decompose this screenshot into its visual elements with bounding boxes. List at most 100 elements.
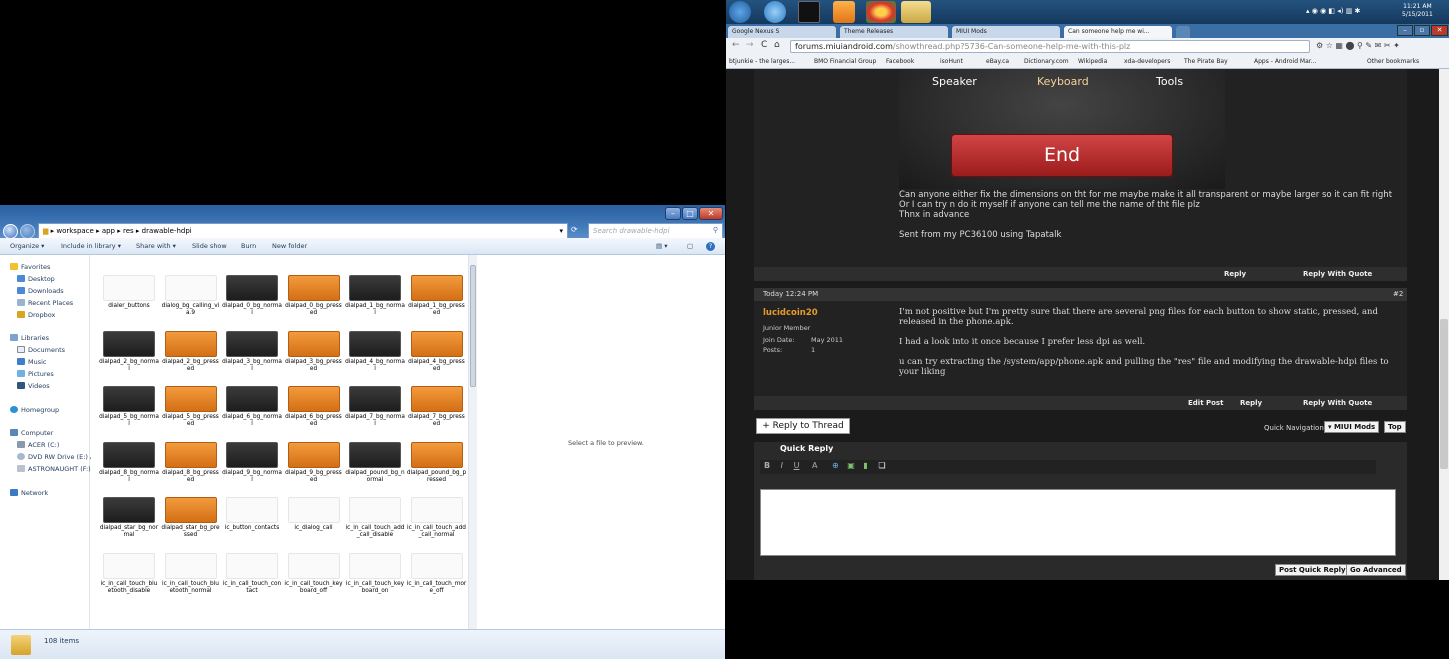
slide-show-button[interactable]: Slide show [192, 242, 227, 250]
include-library-menu[interactable]: Include in library ▾ [61, 242, 121, 250]
tray-icons[interactable]: ▴ ◉ ◉ ◧ ◂) ▥ ✱ [1306, 7, 1360, 15]
itunes-icon[interactable] [764, 1, 786, 23]
nav-favorites[interactable]: Favorites [10, 263, 50, 271]
file-item[interactable]: ic_button_contacts [222, 497, 282, 532]
insert-image-icon[interactable]: ▣ [847, 461, 855, 470]
file-item[interactable]: dialpad_5_bg_normal [99, 386, 159, 428]
back-button[interactable] [3, 224, 18, 239]
nav-music[interactable]: Music [17, 358, 47, 366]
forward-icon[interactable]: → [746, 40, 754, 50]
font-color-icon[interactable]: A [812, 461, 817, 470]
file-item[interactable]: dialpad_3_bg_normal [222, 330, 282, 373]
nav-videos[interactable]: Videos [17, 382, 50, 390]
preview-pane-icon[interactable]: ▢ [687, 242, 693, 250]
nav-drive-f[interactable]: ASTRONAUGHT (F:) [17, 465, 91, 473]
go-advanced-button[interactable]: Go Advanced [1346, 564, 1406, 576]
file-list-scrollbar[interactable] [468, 255, 477, 629]
file-item[interactable]: dialpad_6_bg_pressed [284, 386, 344, 428]
bookmark-item[interactable]: btjunkie - the larges... [729, 58, 795, 65]
page-scrollbar-thumb[interactable] [1440, 319, 1448, 469]
underline-button[interactable]: U [794, 461, 800, 470]
terminal-icon[interactable] [798, 1, 820, 23]
file-item[interactable]: dialpad_2_bg_pressed [161, 330, 221, 373]
nav-dropbox[interactable]: Dropbox [17, 311, 55, 319]
share-with-menu[interactable]: Share with ▾ [136, 242, 176, 250]
nav-documents[interactable]: Documents [17, 346, 65, 354]
minimize-button[interactable]: – [665, 207, 681, 220]
chevron-down-icon[interactable]: ▾ [559, 227, 563, 235]
nav-pictures[interactable]: Pictures [17, 370, 54, 378]
organize-menu[interactable]: Organize ▾ [10, 242, 44, 250]
top-button[interactable]: Top [1384, 421, 1406, 433]
nav-homegroup[interactable]: Homegroup [10, 406, 59, 414]
nav-network[interactable]: Network [10, 489, 48, 497]
reply-link[interactable]: Reply [1240, 399, 1262, 407]
file-item[interactable]: ic_in_call_touch_add_call_disable [345, 497, 405, 539]
forward-button[interactable] [20, 224, 35, 239]
scrollbar-thumb[interactable] [470, 265, 476, 387]
new-tab-button[interactable] [1176, 26, 1190, 38]
breadcrumb-workspace[interactable]: workspace [56, 227, 93, 235]
home-icon[interactable]: ⌂ [774, 40, 780, 50]
file-item[interactable]: dialer_buttons [99, 275, 159, 310]
help-icon[interactable]: ? [706, 242, 715, 251]
file-item[interactable]: dialog_bg_calling_via.9 [161, 275, 221, 317]
quote-icon[interactable]: ❏ [878, 461, 885, 470]
nav-drive-c[interactable]: ACER (C:) [17, 441, 59, 449]
search-icon[interactable]: ⚲ [713, 226, 718, 234]
bookmark-item[interactable]: eBay.ca [986, 58, 1009, 65]
nav-libraries[interactable]: Libraries [10, 334, 49, 342]
bookmark-item[interactable]: Dictionary.com [1024, 58, 1069, 65]
chrome-icon[interactable] [866, 1, 896, 23]
close-button[interactable]: ✕ [699, 207, 723, 220]
post-2-username[interactable]: lucidcoin20 [763, 308, 818, 318]
bookmark-item[interactable]: Wikipedia [1078, 58, 1107, 65]
breadcrumb-app[interactable]: app [102, 227, 115, 235]
file-item[interactable]: dialpad_4_bg_normal [345, 330, 405, 373]
quick-reply-textarea[interactable] [760, 489, 1396, 556]
maximize-button[interactable]: □ [682, 207, 698, 220]
file-item[interactable]: ic_in_call_touch_more_off [407, 552, 467, 595]
file-item[interactable]: dialpad_star_bg_pressed [161, 497, 221, 539]
bold-button[interactable]: B [764, 461, 770, 470]
post-2-number[interactable]: #2 [1393, 290, 1403, 298]
burn-button[interactable]: Burn [241, 242, 256, 250]
file-item[interactable]: dialpad_9_bg_normal [222, 441, 282, 484]
tab-miui-mods[interactable]: MIUI Mods [952, 26, 1060, 38]
file-item[interactable]: dialpad_5_bg_pressed [161, 386, 221, 428]
file-item[interactable]: dialpad_1_bg_normal [345, 275, 405, 317]
file-item[interactable]: ic_in_call_touch_contact [222, 552, 282, 595]
file-item[interactable]: ic_in_call_touch_add_call_normal [407, 497, 467, 539]
file-item[interactable]: dialpad_8_bg_normal [99, 441, 159, 484]
file-item[interactable]: dialpad_7_bg_pressed [407, 386, 467, 428]
clock[interactable]: 11:21 AM 5/15/2011 [1402, 3, 1433, 19]
start-button[interactable] [729, 1, 751, 23]
minimize-button[interactable]: – [1397, 25, 1413, 36]
restore-button[interactable]: ▫ [1414, 25, 1430, 36]
nav-downloads[interactable]: Downloads [17, 287, 64, 295]
nav-drive-e[interactable]: DVD RW Drive (E:) A [17, 453, 94, 461]
new-folder-button[interactable]: New folder [272, 242, 307, 250]
url-bar[interactable]: forums.miuiandroid.com/showthread.php?57… [790, 40, 1310, 53]
file-item[interactable]: ic_in_call_touch_bluetooth_disable [99, 552, 159, 595]
tab-google-nexus-s[interactable]: Google Nexus S [728, 26, 836, 38]
nav-desktop[interactable]: Desktop [17, 275, 55, 283]
bookmark-item[interactable]: Apps - Android Mar... [1254, 58, 1316, 65]
explorer-taskbar-icon[interactable] [901, 1, 931, 23]
nav-recent-places[interactable]: Recent Places [17, 299, 73, 307]
reply-with-quote-link[interactable]: Reply With Quote [1303, 399, 1372, 407]
file-item[interactable]: ic_in_call_touch_keyboard_off [284, 552, 344, 595]
file-item[interactable]: ic_in_call_touch_bluetooth_normal [161, 552, 221, 595]
reply-to-thread-button[interactable]: + Reply to Thread [756, 418, 850, 434]
breadcrumb-drawable-hdpi[interactable]: drawable-hdpi [142, 227, 192, 235]
view-options-icon[interactable]: ▤ ▾ [656, 242, 667, 250]
bookmark-item[interactable]: The Pirate Bay [1184, 58, 1228, 65]
quick-navigation-select[interactable]: ▾ MIUI Mods [1324, 421, 1380, 433]
file-item[interactable]: dialpad_0_bg_pressed [284, 275, 344, 317]
refresh-icon[interactable]: ⟳ [571, 225, 578, 234]
file-item[interactable]: dialpad_pound_bg_pressed [407, 441, 467, 484]
media-player-icon[interactable] [833, 1, 855, 23]
tab-theme-releases[interactable]: Theme Releases [840, 26, 948, 38]
file-item[interactable]: dialpad_star_bg_normal [99, 497, 159, 539]
bookmark-item[interactable]: isoHunt [940, 58, 963, 65]
